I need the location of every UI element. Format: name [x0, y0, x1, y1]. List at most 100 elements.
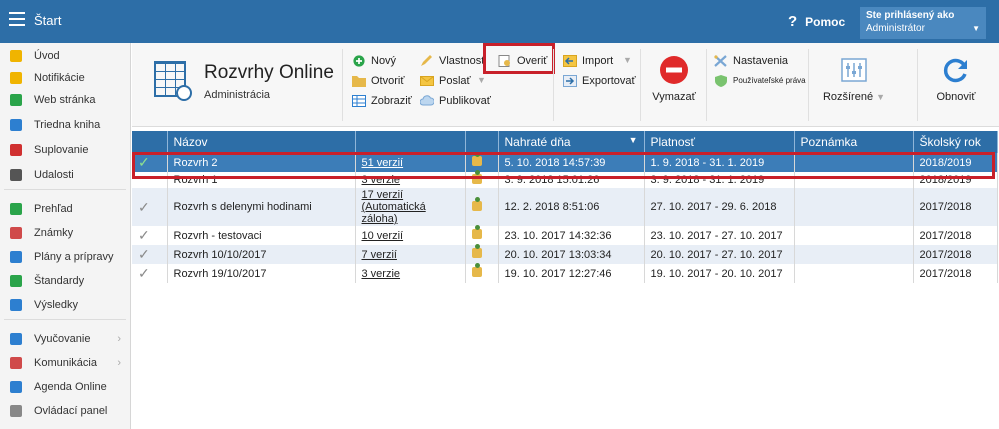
column-header-owner[interactable] — [465, 131, 499, 153]
gear-icon — [10, 405, 22, 417]
sidebar-item-14[interactable]: Agenda Online — [0, 376, 131, 398]
sidebar-item-7[interactable]: Prehľad — [0, 198, 131, 220]
versions-link[interactable]: 7 verzií — [362, 249, 397, 261]
overview-icon — [10, 203, 22, 215]
user-menu[interactable]: Ste prihlásený ako Administrátor ▼ — [860, 7, 986, 39]
folder-open-icon — [352, 76, 366, 87]
row-year-cell: 2017/2018 — [913, 226, 998, 245]
row-check-cell[interactable]: ✓ — [132, 226, 168, 245]
column-header-validity[interactable]: Platnosť — [644, 131, 795, 153]
chevron-right-icon: › — [117, 357, 121, 369]
app-root: Štart ? Pomoc Ste prihlásený ako Administ… — [0, 0, 999, 429]
sidebar-item-5[interactable]: Suplovanie — [0, 139, 131, 161]
teaching-icon — [10, 333, 22, 345]
send-button[interactable]: Poslať — [420, 72, 471, 90]
advanced-label: Rozšírené — [822, 91, 874, 103]
sidebar-item-6[interactable]: Udalosti — [0, 164, 131, 186]
column-header-versions[interactable] — [355, 131, 466, 153]
ribbon-separator — [342, 49, 343, 121]
sidebar-item-label: Úvod — [34, 50, 60, 62]
row-check-cell[interactable]: ✓ — [132, 264, 168, 283]
table-row[interactable]: ✓ Rozvrh 19/10/2017 3 verzie 19. 10. 2017 1… — [132, 263, 998, 283]
checkmark-icon: ✓ — [138, 227, 150, 243]
column-header-note[interactable]: Poznámka — [794, 131, 914, 153]
owner-icon[interactable] — [471, 244, 482, 258]
row-year-cell: 2017/2018 — [913, 245, 998, 264]
export-label: Exportovať — [582, 75, 636, 87]
refresh-button[interactable]: Obnoviť — [926, 55, 986, 103]
sidebar-item-13[interactable]: Komunikácia › — [0, 352, 131, 374]
sidebar-separator — [4, 189, 126, 190]
view-button[interactable]: Zobraziť — [352, 92, 412, 110]
open-button[interactable]: Otvoriť — [352, 72, 404, 90]
sidebar-item-label: Komunikácia — [34, 357, 97, 369]
owner-icon[interactable] — [471, 263, 482, 277]
new-button[interactable]: Nový — [352, 52, 396, 70]
table-row[interactable]: ✓ Rozvrh - testovaci 10 verzií 23. 10. 2017… — [132, 225, 998, 245]
substitution-icon — [10, 144, 22, 156]
sidebar-item-11[interactable]: Výsledky — [0, 294, 131, 316]
sidebar-item-label: Notifikácie — [34, 72, 85, 84]
sidebar-item-15[interactable]: Ovládací panel — [0, 400, 131, 422]
sidebar-item-10[interactable]: Štandardy — [0, 270, 131, 292]
delete-button[interactable]: Vymazať — [648, 55, 700, 103]
owner-icon[interactable] — [471, 225, 482, 239]
import-button[interactable]: Import — [563, 52, 613, 70]
row-note-cell — [794, 264, 914, 283]
row-versions-cell: 10 verzií — [355, 226, 466, 245]
settings-button[interactable]: Nastavenia — [714, 52, 788, 70]
table-row[interactable]: ✓ Rozvrh 10/10/2017 7 verzií 20. 10. 2017 1… — [132, 244, 998, 264]
sidebar-item-label: Suplovanie — [34, 144, 89, 156]
shield-icon — [715, 75, 727, 87]
row-validity-cell: 19. 10. 2017 - 20. 10. 2017 — [644, 264, 795, 283]
row-check-cell[interactable]: ✓ — [132, 245, 168, 264]
sidebar-item-4[interactable]: Triedna kniha — [0, 114, 131, 136]
sidebar-item-label: Udalosti — [34, 169, 74, 181]
row-year-cell: 2017/2018 — [913, 264, 998, 283]
column-header-uploaded[interactable]: Nahraté dňa ▼ — [498, 131, 645, 153]
owner-icon[interactable] — [471, 196, 482, 211]
sidebar-item-label: Web stránka — [34, 94, 96, 106]
versions-link[interactable]: 3 verzie — [362, 268, 401, 280]
versions-link[interactable]: 10 verzií — [362, 230, 404, 242]
sidebar-item-8[interactable]: Známky — [0, 222, 131, 244]
properties-button[interactable]: Vlastnosti — [420, 52, 487, 70]
sidebar-item-1[interactable]: Úvod — [0, 45, 131, 67]
row-validity-cell: 20. 10. 2017 - 27. 10. 2017 — [644, 245, 795, 264]
versions-link[interactable]: 17 verzií (Automatická záloha) — [362, 189, 426, 225]
app-title[interactable]: Štart — [34, 13, 61, 28]
column-header-name[interactable]: Názov — [167, 131, 356, 153]
sidebar-item-3[interactable]: Web stránka — [0, 89, 131, 111]
row-uploaded-cell: 12. 2. 2018 8:51:06 — [498, 188, 645, 226]
row-validity-cell: 27. 10. 2017 - 29. 6. 2018 — [644, 188, 795, 226]
row-name-cell: Rozvrh 19/10/2017 — [167, 264, 356, 283]
sidebar-item-2[interactable]: Notifikácie — [0, 67, 131, 89]
advanced-button[interactable]: Rozšírené ▼ — [814, 55, 894, 103]
sidebar-item-9[interactable]: Plány a prípravy — [0, 246, 131, 268]
menu-icon[interactable] — [9, 12, 25, 26]
uploaded-header-label: Nahraté dňa — [504, 135, 571, 149]
brand-subtitle: Administrácia — [204, 89, 271, 101]
user-caption: Ste prihlásený ako — [866, 10, 955, 21]
row-check-cell[interactable]: ✓ — [132, 188, 168, 226]
import-icon — [563, 55, 577, 67]
column-header-year[interactable]: Školský rok — [913, 131, 998, 153]
row-owner-cell — [465, 188, 499, 226]
sidebar-item-label: Plány a prípravy — [34, 251, 114, 263]
export-button[interactable]: Exportovať — [563, 72, 636, 90]
ribbon-separator — [917, 49, 918, 121]
sidebar: Úvod Notifikácie Web stránka Triedna kniha S… — [0, 43, 131, 429]
row-name-cell: Rozvrh - testovaci — [167, 226, 356, 245]
help-button[interactable]: ? Pomoc — [788, 13, 845, 30]
user-rights-button[interactable]: Používateľské práva — [714, 72, 806, 90]
sidebar-item-12[interactable]: Vyučovanie › — [0, 328, 131, 350]
selected-row-highlight-box — [132, 152, 995, 179]
import-dropdown-icon[interactable]: ▼ — [623, 55, 632, 65]
table-row[interactable]: ✓ Rozvrh s delenymi hodinami 17 verzií (Au… — [132, 188, 998, 226]
send-dropdown-icon[interactable]: ▼ — [477, 75, 486, 85]
row-versions-cell: 7 verzií — [355, 245, 466, 264]
envelope-icon — [10, 72, 22, 84]
checkmark-icon: ✓ — [138, 265, 150, 281]
sidebar-item-label: Štandardy — [34, 275, 85, 287]
publish-button[interactable]: Publikovať — [420, 92, 491, 110]
